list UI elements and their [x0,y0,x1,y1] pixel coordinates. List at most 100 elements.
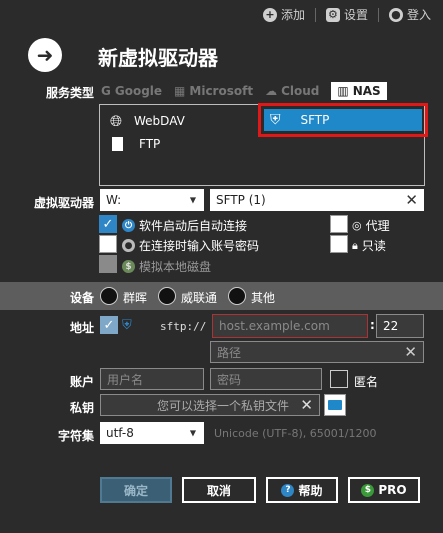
path-placeholder: 路径 [217,345,242,360]
help-label: 帮助 [298,483,323,498]
proxy-option: ◎ 代理 [352,217,390,234]
password-input[interactable]: 密码 [210,368,322,390]
device-radio-synology[interactable] [100,287,118,305]
user-icon: ● [122,239,135,252]
port-input[interactable]: 22 [376,314,424,338]
shield-icon: ⛨ [122,318,132,333]
dollar-icon: $ [361,483,375,497]
anonymous-checkbox[interactable] [330,370,348,388]
login-button[interactable]: ● 登入 [388,6,431,23]
path-input[interactable]: 路径 ✕ [210,341,424,363]
tab-google-label: Google [114,84,163,98]
device-radio-other[interactable] [228,287,246,305]
cancel-label: 取消 [206,483,231,498]
tab-cloud-label: Cloud [281,84,320,98]
add-button[interactable]: + 添加 [262,6,305,23]
service-sftp[interactable]: ⛨ SFTP [258,103,428,137]
username-placeholder: 用户名 [107,372,144,387]
private-key-placeholder: 您可以选择一个私钥文件 [156,398,289,413]
anonymous-label: 匿名 [354,375,379,389]
simulate-disk-option: $ 模拟本地磁盘 [122,258,211,275]
google-icon: G [101,84,111,98]
browse-folder-button[interactable] [324,394,346,416]
lock-icon: 🔒︎ [352,238,358,252]
private-key-input[interactable]: 您可以选择一个私钥文件 ✕ [100,394,320,416]
caret-down-icon: ▼ [189,195,196,205]
nas-icon: ▥ [337,84,349,98]
service-webdav[interactable]: 🌐︎ WebDAV [110,112,185,130]
device-radio-qnap[interactable] [158,287,176,305]
pro-label: PRO [378,483,407,497]
user-icon: ● [388,7,403,22]
simulate-disk-label: 模拟本地磁盘 [139,260,212,274]
divider [314,7,316,22]
charset-label: 字符集 [57,429,94,443]
device-qnap-label: 威联通 [181,291,218,305]
cancel-button[interactable]: 取消 [182,477,256,503]
device-label: 设备 [69,291,94,305]
virtual-drive-label: 虚拟驱动器 [33,196,94,210]
account-label: 账户 [69,375,94,389]
plus-icon: + [262,7,277,22]
cloud-icon: ☁ [265,84,278,98]
auto-connect-checkbox[interactable]: ✓ [99,215,117,233]
device-other-label: 其他 [251,291,276,305]
back-arrow-button[interactable]: ➜ [28,38,62,72]
ok-button[interactable]: 确定 [100,477,172,503]
charset-select[interactable]: utf-8 ▼ [100,422,204,444]
tab-cloud[interactable]: ☁ Cloud [265,82,319,100]
dollar-icon: $ [122,260,135,273]
caret-down-icon: ▼ [189,428,196,438]
device-synology-label: 群晖 [123,291,148,305]
readonly-option: 🔒︎ 只读 [352,237,386,254]
proxy-checkbox[interactable] [330,215,348,233]
tab-nas-label: NAS [352,84,381,98]
globe-icon: ◎ [352,219,362,232]
username-input[interactable]: 用户名 [100,368,204,390]
private-key-label: 私钥 [69,401,94,415]
service-ftp-label: FTP [139,137,161,151]
arrow-right-icon: ➜ [36,43,54,67]
service-ftp[interactable]: FTP [112,137,160,151]
help-button[interactable]: ? 帮助 [266,477,338,503]
proxy-label: 代理 [365,219,390,233]
file-icon [112,137,123,151]
simulate-disk-checkbox[interactable] [99,255,117,273]
drive-letter-select[interactable]: W: ▼ [100,189,204,211]
top-bar: + 添加 ⚙ 设置 ● 登入 [262,6,431,23]
folder-icon [328,400,342,410]
page-title: 新虚拟驱动器 [98,46,218,70]
ask-password-checkbox[interactable] [99,235,117,253]
charset-value: utf-8 [106,426,134,440]
tab-nas[interactable]: ▥ NAS [331,82,387,100]
secure-checkbox[interactable]: ✓ [100,316,118,334]
ask-password-option: ● 在连接时输入账号密码 [122,237,259,254]
settings-button[interactable]: ⚙ 设置 [325,6,368,23]
service-webdav-label: WebDAV [134,114,185,128]
clear-icon[interactable]: ✕ [405,191,418,209]
clear-icon[interactable]: ✕ [300,396,313,414]
charset-hint: Unicode (UTF-8), 65001/1200 [214,427,377,440]
settings-label: 设置 [343,8,368,22]
login-label: 登入 [406,8,431,22]
readonly-checkbox[interactable] [330,235,348,253]
tab-microsoft[interactable]: ▦ Microsoft [174,82,253,100]
ok-label: 确定 [123,483,148,498]
service-type-label: 服务类型 [45,86,94,100]
add-label: 添加 [280,8,305,22]
drive-name-value: SFTP (1) [216,193,266,207]
host-placeholder: host.example.com [219,319,330,333]
shield-icon: ⛨ [270,112,281,128]
tab-microsoft-label: Microsoft [189,84,254,98]
globe-icon: 🌐︎ [110,112,123,130]
pro-button[interactable]: $ PRO [348,477,420,503]
service-tabs: G Google ▦ Microsoft ☁ Cloud ▥ NAS [101,82,387,100]
gear-icon: ⚙ [325,7,340,22]
clear-icon[interactable]: ✕ [404,343,417,361]
host-input[interactable]: host.example.com [212,314,368,338]
tab-google[interactable]: G Google [101,82,162,100]
drive-name-input[interactable]: SFTP (1) ✕ [210,189,424,211]
readonly-label: 只读 [361,239,386,253]
divider [377,7,379,22]
service-sftp-label: SFTP [300,113,330,127]
